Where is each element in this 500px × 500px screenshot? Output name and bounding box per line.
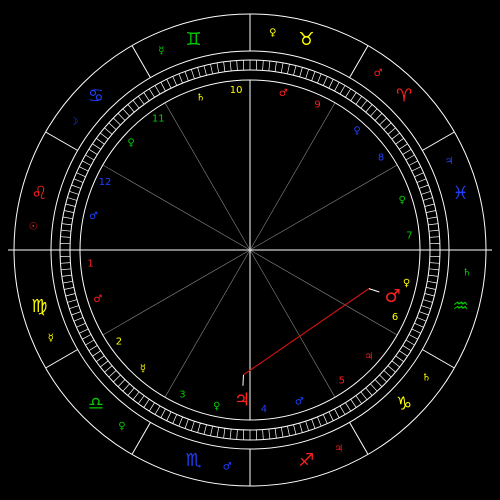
gemini-sign-glyph: ♊ [186, 29, 202, 50]
aries-sign-glyph: ♈ [396, 85, 412, 106]
house-ruler-8: ♀ [353, 126, 360, 137]
house-ruler-5: ♃ [364, 352, 373, 363]
house-number-11: 11 [152, 113, 165, 124]
house-ruler-3: ♀ [213, 401, 220, 412]
house-number-3: 3 [179, 390, 185, 401]
astrology-chart-wheel: ♍ ☿ ♎ ♀ ♏ ♂ ♐ ♃ ♑ ♄ ♒ ♄ ♓ ♃ ♈ ♂ ♉ ♀ ♊ ☿ ♋ ☽ ♌ ☉ 1 ♂ 2 ☿ 3 ♀ 4 ♂ 5 ♃ 6 ♀ 7 ♀ 8… [0, 0, 500, 500]
house-ruler-1: ♂ [93, 294, 102, 305]
libra-sign-glyph: ♎ [88, 394, 104, 415]
house-ruler-10: ♄ [196, 92, 205, 103]
house-ruler-6: ♀ [403, 278, 410, 289]
sagittarius-ruler-glyph: ♃ [334, 444, 343, 455]
house-ruler-7: ♀ [399, 195, 406, 206]
house-number-4: 4 [261, 404, 267, 415]
house-number-10: 10 [230, 85, 243, 96]
house-number-2: 2 [116, 336, 122, 347]
aquarius-ruler-glyph: ♄ [462, 267, 471, 278]
leo-sign-glyph: ♌ [31, 183, 47, 204]
libra-ruler-glyph: ♀ [118, 421, 125, 432]
jupiter-planet-glyph: ♃ [234, 389, 250, 410]
house-ruler-2: ☿ [140, 363, 146, 374]
taurus-ruler-glyph: ♀ [269, 28, 276, 39]
house-number-1: 1 [87, 258, 93, 269]
leo-ruler-glyph: ☉ [29, 222, 38, 233]
mars-planet-glyph: ♂ [385, 286, 401, 307]
house-number-12: 12 [99, 177, 112, 188]
jupiter-pointer-line [242, 374, 244, 386]
aquarius-sign-glyph: ♒ [453, 296, 469, 317]
gemini-ruler-glyph: ☿ [158, 45, 164, 56]
house-ruler-12: ♂ [89, 211, 98, 222]
cancer-ruler-glyph: ☽ [69, 116, 78, 127]
capricorn-sign-glyph: ♑ [396, 394, 412, 415]
pisces-sign-glyph: ♓ [453, 183, 469, 204]
house-number-6: 6 [392, 312, 398, 323]
house-ruler-9: ♂ [279, 88, 288, 99]
virgo-sign-glyph: ♍ [31, 296, 47, 317]
house-number-8: 8 [378, 153, 384, 164]
scorpio-sign-glyph: ♏ [186, 450, 202, 471]
pisces-ruler-glyph: ♃ [445, 156, 454, 167]
house-number-7: 7 [406, 231, 412, 242]
house-number-9: 9 [314, 100, 320, 111]
virgo-ruler-glyph: ☿ [48, 333, 54, 344]
aries-ruler-glyph: ♂ [374, 68, 383, 79]
house-ruler-4: ♂ [295, 397, 304, 408]
capricorn-ruler-glyph: ♄ [422, 373, 431, 384]
scorpio-ruler-glyph: ♂ [223, 461, 232, 472]
sagittarius-sign-glyph: ♐ [298, 450, 314, 471]
cancer-sign-glyph: ♋ [88, 85, 104, 106]
house-ruler-11: ♀ [127, 137, 134, 148]
taurus-sign-glyph: ♉ [298, 29, 314, 50]
house-number-5: 5 [339, 376, 345, 387]
